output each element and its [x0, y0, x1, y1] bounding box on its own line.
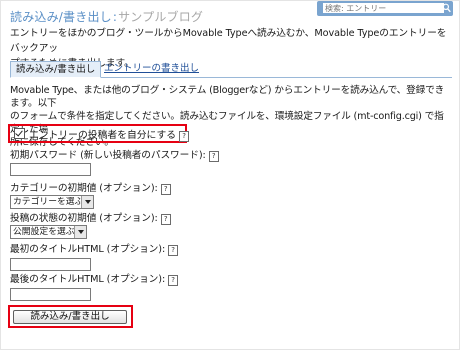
title-start-label: 最初のタイトルHTML (オプション):: [10, 244, 166, 255]
default-category-selected: カテゴリーを選ぶ: [13, 197, 84, 207]
import-export-button[interactable]: 読み込み/書き出し: [13, 310, 127, 324]
help-icon[interactable]: ?: [179, 131, 190, 142]
author-checkbox[interactable]: [14, 128, 25, 139]
title-start-input[interactable]: [10, 258, 91, 271]
default-password-label: 初期パスワード (新しい投稿者のパスワード):: [10, 150, 206, 161]
default-status-select[interactable]: 公開設定を選ぶ: [10, 225, 87, 239]
blog-name: サンプルブログ: [118, 10, 204, 24]
default-status-selected: 公開設定を選ぶ: [13, 227, 75, 237]
title-start-label-row: 最初のタイトルHTML (オプション):?: [10, 244, 179, 256]
help-icon[interactable]: ?: [168, 275, 179, 286]
title-end-input[interactable]: [10, 288, 91, 301]
default-status-label-row: 投稿の状態の初期値 (オプション):?: [10, 213, 171, 225]
author-checkbox-row: エントリーの投稿者を自分にする?: [14, 128, 190, 142]
chevron-down-icon: [74, 226, 86, 238]
help-icon[interactable]: ?: [160, 214, 171, 225]
help-icon[interactable]: ?: [160, 184, 171, 195]
tab-export-entries[interactable]: エントリーの書き出し: [99, 61, 204, 76]
title-end-label: 最後のタイトルHTML (オプション):: [10, 274, 166, 285]
title-end-label-row: 最後のタイトルHTML (オプション):?: [10, 274, 179, 286]
search-box: [317, 1, 453, 16]
tab-import-export[interactable]: 読み込み/書き出し: [10, 61, 102, 78]
default-status-label: 投稿の状態の初期値 (オプション):: [10, 213, 158, 224]
tab-bar: 読み込み/書き出し エントリーの書き出し: [10, 61, 452, 78]
default-password-label-row: 初期パスワード (新しい投稿者のパスワード):?: [10, 150, 219, 162]
intro-line: エントリーをほかのブログ・ツールからMovable Typeへ読み込むか、Mov…: [10, 28, 447, 54]
section-title: 読み込み/書き出し: [10, 10, 112, 24]
default-category-label: カテゴリーの初期値 (オプション):: [10, 183, 158, 194]
author-checkbox-label[interactable]: エントリーの投稿者を自分にする: [29, 130, 176, 141]
search-input[interactable]: [323, 3, 444, 13]
page-title: 読み込み/書き出し:サンプルブログ: [10, 8, 203, 25]
default-category-label-row: カテゴリーの初期値 (オプション):?: [10, 183, 171, 195]
chevron-down-icon: [81, 196, 93, 208]
default-category-select[interactable]: カテゴリーを選ぶ: [10, 195, 94, 209]
default-password-input[interactable]: [10, 163, 91, 176]
help-icon[interactable]: ?: [208, 151, 219, 162]
title-separator: :: [112, 10, 118, 24]
description-line: Movable Type、または他のブログ・システム (Bloggerなど) か…: [10, 85, 445, 109]
help-icon[interactable]: ?: [168, 245, 179, 256]
search-icon[interactable]: [442, 3, 451, 13]
